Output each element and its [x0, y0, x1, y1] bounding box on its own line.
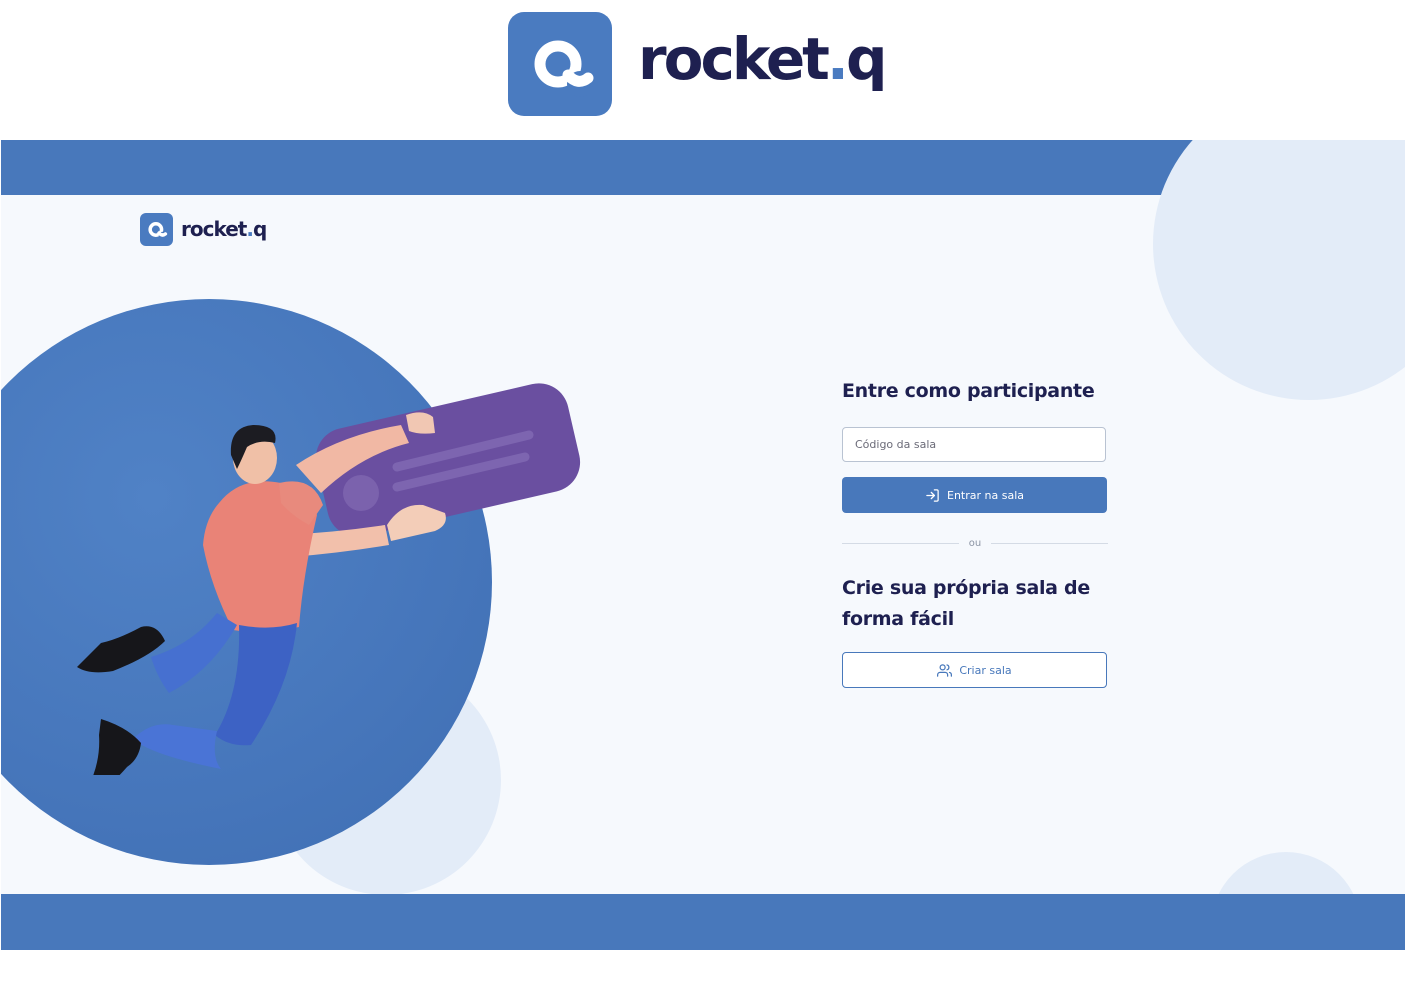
room-code-input[interactable]: [842, 427, 1106, 462]
users-icon: [937, 663, 953, 677]
enter-room-button[interactable]: Entrar na sala: [842, 477, 1107, 513]
join-title: Entre como participante: [842, 380, 1095, 402]
divider: ou: [842, 535, 1108, 551]
create-title: Crie sua própria sala de forma fácil: [842, 577, 1090, 630]
divider-line-left: [842, 542, 959, 544]
create-room-label: Criar sala: [959, 663, 1012, 677]
rocketq-logo-icon: [508, 12, 612, 116]
app-screen: rocket.q Entre como participante Entrar …: [1, 140, 1405, 950]
brand-name-main: rocket: [638, 25, 830, 93]
app-name-end: q: [252, 217, 267, 241]
app-name-main: rocket: [181, 217, 247, 241]
rocketq-logo-icon[interactable]: [140, 213, 173, 246]
enter-room-label: Entrar na sala: [947, 488, 1024, 502]
brand-name-dot: .: [826, 25, 849, 93]
app-wordmark[interactable]: rocket.q: [181, 214, 267, 244]
bottom-band: [1, 894, 1405, 950]
log-in-icon: [926, 488, 939, 502]
person-holding-chat-bubble-illustration: [77, 383, 581, 775]
divider-line-right: [991, 542, 1108, 544]
decor-circle-top-right: [1153, 140, 1405, 400]
brand-wordmark: rocket.q: [638, 14, 887, 104]
brand-name-end: q: [845, 25, 887, 93]
create-room-button[interactable]: Criar sala: [842, 652, 1107, 688]
app-name-dot: .: [246, 217, 254, 241]
divider-label: ou: [968, 537, 982, 549]
